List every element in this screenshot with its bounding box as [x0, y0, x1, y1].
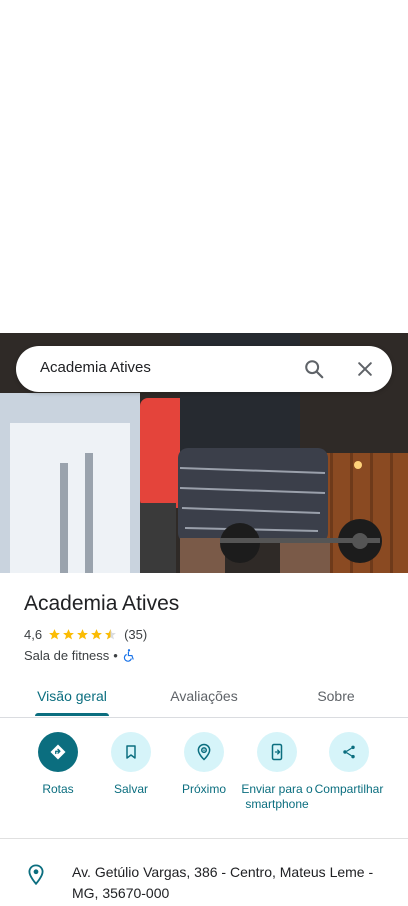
active-tab-indicator	[35, 713, 109, 716]
half-star-icon	[105, 628, 116, 639]
directions-button[interactable]: Rotas	[18, 732, 98, 797]
rating-row[interactable]: 4,6 (35)	[24, 626, 147, 642]
send-to-phone-button[interactable]: Enviar para o smartphone	[237, 732, 317, 812]
directions-icon	[38, 732, 78, 772]
search-icon[interactable]	[298, 353, 330, 385]
category-row: Sala de fitness •	[24, 647, 136, 663]
wheelchair-icon	[123, 649, 134, 662]
share-button[interactable]: Compartilhar	[309, 732, 389, 797]
share-label: Compartilhar	[314, 782, 384, 796]
location-pin-icon	[28, 864, 44, 886]
search-bar[interactable]: Academia Atives	[16, 346, 392, 392]
tab-about[interactable]: Sobre	[300, 674, 372, 718]
address-row[interactable]: Av. Getúlio Vargas, 386 - Centro, Mateus…	[0, 856, 408, 906]
separator-dot: •	[113, 647, 118, 663]
nearby-button[interactable]: Próximo	[164, 732, 244, 797]
bookmark-icon	[111, 732, 151, 772]
star-icon	[63, 628, 74, 639]
place-category: Sala de fitness	[24, 647, 110, 663]
place-title: Academia Atives	[24, 592, 180, 615]
send-to-phone-label: Enviar para o smartphone	[241, 782, 313, 811]
tab-overview[interactable]: Visão geral	[24, 674, 120, 718]
send-to-phone-icon	[257, 732, 297, 772]
save-button[interactable]: Salvar	[91, 732, 171, 797]
star-icon	[91, 628, 102, 639]
tab-bar: Visão geral Avaliações Sobre	[0, 674, 408, 718]
directions-label: Rotas	[42, 782, 74, 796]
action-buttons: Rotas Salvar Próximo Enviar para o smart…	[0, 730, 408, 830]
save-label: Salvar	[113, 782, 148, 796]
address-text: Av. Getúlio Vargas, 386 - Centro, Mateus…	[72, 864, 374, 901]
share-icon	[329, 732, 369, 772]
close-icon[interactable]	[349, 353, 381, 385]
review-count[interactable]: (35)	[124, 627, 147, 642]
nearby-icon	[184, 732, 224, 772]
nearby-label: Próximo	[181, 782, 226, 796]
section-divider	[0, 838, 408, 839]
rating-stars	[48, 628, 118, 641]
rating-value: 4,6	[24, 626, 43, 642]
search-query-text[interactable]: Academia Atives	[40, 359, 151, 376]
map-area[interactable]	[0, 0, 408, 333]
tab-reviews[interactable]: Avaliações	[148, 674, 260, 718]
star-icon	[77, 628, 88, 639]
star-icon	[49, 628, 60, 639]
